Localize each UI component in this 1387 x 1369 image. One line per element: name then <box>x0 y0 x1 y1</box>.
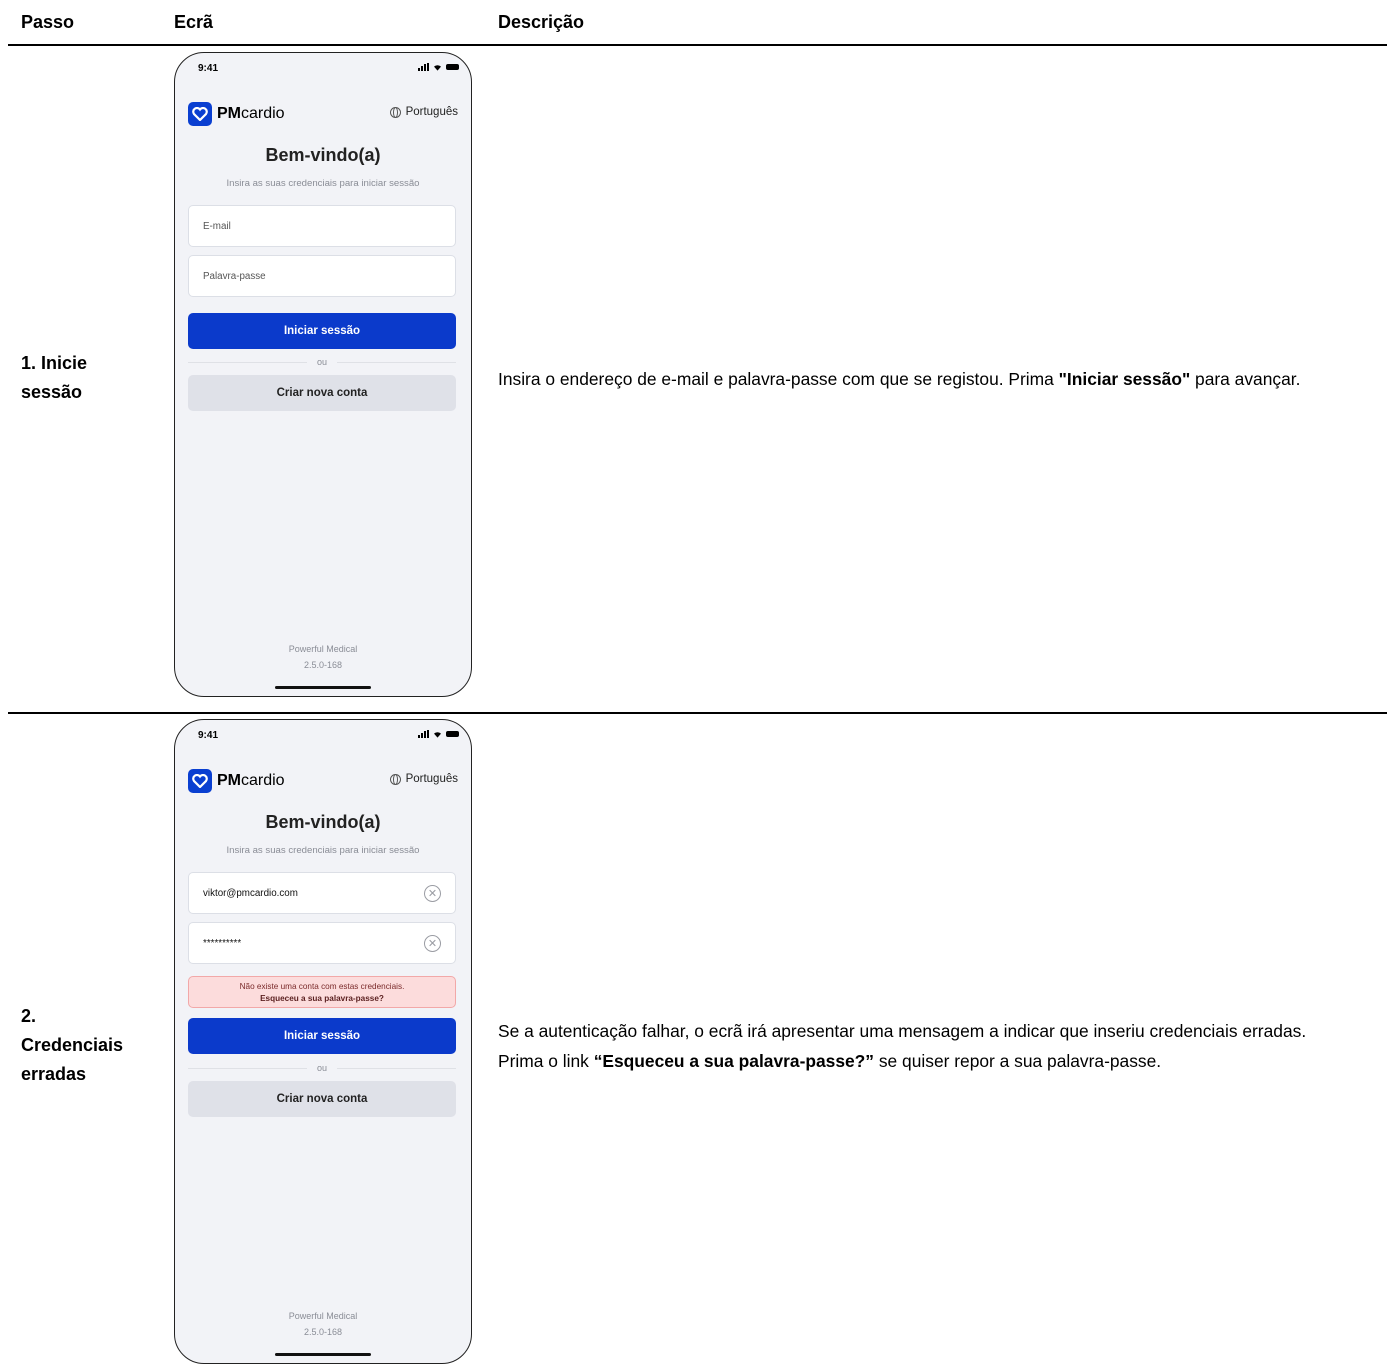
login-button[interactable]: Iniciar sessão <box>188 313 456 349</box>
pmcardio-logo: PMcardio <box>188 769 285 793</box>
step-1-description: Insira o endereço de e-mail e palavra-pa… <box>498 364 1378 394</box>
desc-2-line-1: Se a autenticação falhar, o ecrã irá apr… <box>498 1021 1307 1041</box>
password-field[interactable]: Palavra-passe <box>188 255 456 297</box>
footer-brand: Powerful Medical <box>288 644 358 654</box>
status-time: 9:41 <box>198 730 219 741</box>
heart-logo-icon <box>188 102 212 126</box>
welcome-title: Bem-vindo(a) <box>265 145 381 165</box>
step-1-line-2: sessão <box>21 382 83 402</box>
login-button[interactable]: Iniciar sessão <box>188 1018 456 1054</box>
signal-icon <box>418 730 429 738</box>
step-2-line-3: erradas <box>21 1064 87 1084</box>
heart-logo-icon <box>188 769 212 793</box>
error-alert: Não existe uma conta com estas credencia… <box>188 976 456 1008</box>
desc-1-text: Insira o endereço de e-mail e palavra-pa… <box>498 369 1059 389</box>
phone-mockup-login: 9:41 PMcardio Português Bem-vindo(a) Ins… <box>174 52 472 697</box>
or-divider: ou <box>188 356 456 368</box>
header-screen: Ecrã <box>174 12 214 32</box>
home-indicator <box>275 1353 371 1356</box>
footer-version: 2.5.0-168 <box>303 660 343 670</box>
phone-mockup-error: 9:41 PMcardio Português Bem-vindo(a) Ins… <box>174 719 472 1364</box>
wifi-icon <box>434 64 441 71</box>
language-selector[interactable]: Português <box>389 106 458 118</box>
desc-1-text-end: para avançar. <box>1190 369 1301 389</box>
status-icons <box>418 63 459 71</box>
step-2-description: Se a autenticação falhar, o ecrã irá apr… <box>498 1016 1378 1076</box>
clear-email-icon[interactable]: ✕ <box>424 885 441 902</box>
header-step: Passo <box>21 12 75 32</box>
or-label: ou <box>317 1063 328 1073</box>
desc-2-text: Prima o link <box>498 1051 594 1071</box>
language-label: Português <box>405 106 458 118</box>
step-1-label: 1. Inicie sessão <box>21 349 87 407</box>
create-account-button[interactable]: Criar nova conta <box>188 1081 456 1117</box>
footer-version: 2.5.0-168 <box>303 1327 343 1337</box>
header-description: Descrição <box>498 12 585 32</box>
password-field[interactable]: ********** ✕ <box>188 922 456 964</box>
step-1-line-1: 1. Inicie <box>21 353 88 373</box>
signal-icon <box>418 63 429 71</box>
or-label: ou <box>317 357 328 367</box>
language-label: Português <box>405 773 458 785</box>
globe-icon <box>389 106 401 118</box>
error-message: Não existe uma conta com estas credencia… <box>239 982 405 991</box>
welcome-title: Bem-vindo(a) <box>265 812 381 832</box>
globe-icon <box>389 773 401 785</box>
password-value: ********** <box>203 937 242 949</box>
language-selector[interactable]: Português <box>389 773 458 785</box>
brand-rest: cardio <box>241 105 285 122</box>
or-divider: ou <box>188 1062 456 1074</box>
desc-2-text-end: se quiser repor a sua palavra-passe. <box>874 1051 1162 1071</box>
login-subtitle: Insira as suas credenciais para iniciar … <box>226 845 420 856</box>
wifi-icon <box>434 731 441 738</box>
row-divider <box>8 712 1387 714</box>
login-subtitle: Insira as suas credenciais para iniciar … <box>226 178 420 189</box>
desc-2-bold: “Esqueceu a sua palavra-passe?” <box>593 1051 875 1071</box>
status-icons <box>418 730 459 738</box>
step-2-label: 2. Credenciais erradas <box>21 1002 123 1089</box>
step-2-line-2: Credenciais <box>21 1035 124 1055</box>
create-account-button[interactable]: Criar nova conta <box>188 375 456 411</box>
desc-1-bold: "Iniciar sessão" <box>1058 369 1191 389</box>
email-value: viktor@pmcardio.com <box>203 887 298 899</box>
brand-bold: PM <box>217 772 241 789</box>
home-indicator <box>275 686 371 689</box>
step-2-line-1: 2. <box>21 1006 37 1026</box>
clear-password-icon[interactable]: ✕ <box>424 935 441 952</box>
status-time: 9:41 <box>198 63 219 74</box>
battery-icon <box>446 731 459 737</box>
pmcardio-logo: PMcardio <box>188 102 285 126</box>
desc-2-line-2: Prima o link “Esqueceu a sua palavra-pas… <box>498 1046 1378 1076</box>
brand-bold: PM <box>217 105 241 122</box>
footer-brand: Powerful Medical <box>288 1311 358 1321</box>
brand-rest: cardio <box>241 772 285 789</box>
forgot-password-link[interactable]: Esqueceu a sua palavra-passe? <box>189 993 455 1005</box>
email-field[interactable]: viktor@pmcardio.com ✕ <box>188 872 456 914</box>
header-divider <box>8 44 1387 46</box>
email-field[interactable]: E-mail <box>188 205 456 247</box>
battery-icon <box>446 64 459 70</box>
email-placeholder: E-mail <box>203 220 231 232</box>
password-placeholder: Palavra-passe <box>203 270 266 282</box>
